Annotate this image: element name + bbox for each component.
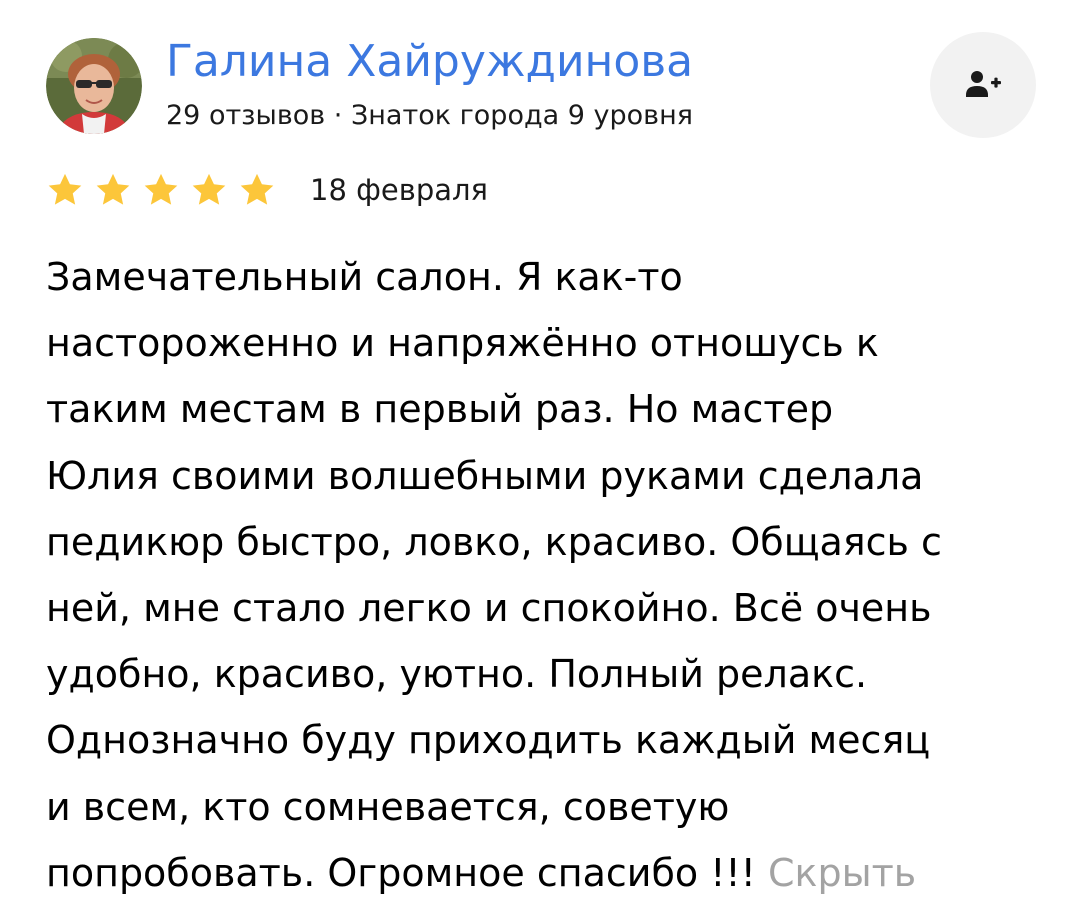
author-name[interactable]: Галина Хайруждинова <box>166 34 693 90</box>
star-icon <box>96 173 130 205</box>
star-rating <box>46 171 276 209</box>
author-meta: 29 отзывов · Знаток города 9 уровня <box>166 100 693 131</box>
review-text-line: настороженно и напряжённо отношусь к <box>46 321 879 366</box>
star-icon <box>144 173 178 205</box>
review-card: Галина Хайруждинова 29 отзывов · Знаток … <box>0 0 1080 906</box>
hide-link[interactable]: Скрыть <box>768 851 916 895</box>
review-text-line: Юлия своими волшебными руками сделала <box>46 453 924 498</box>
review-text-line: таким местам в первый раз. Но мастер <box>46 387 834 432</box>
review-text-last-line: попробовать. Огромное спасибо !!! Скрыть <box>46 840 1036 906</box>
review-text-line: Замечательный салон. Я как-то <box>46 255 683 299</box>
review-text-line: удобно, красиво, уютно. Полный релакс. <box>46 652 868 697</box>
review-text-line: педикюр быстро, ловко, красиво. Общаясь … <box>46 519 942 564</box>
user-photo-avatar-icon <box>46 38 142 134</box>
star-icon <box>192 173 226 205</box>
review-text-line: ней, мне стало легко и спокойно. Всё оче… <box>46 586 932 631</box>
star-icon <box>240 173 274 205</box>
review-date: 18 февраля <box>310 173 489 207</box>
review-text-line: Однозначно буду приходить каждый месяц <box>46 718 931 763</box>
star-icon <box>48 173 82 205</box>
review-text-line: попробовать. Огромное спасибо !!! <box>46 850 756 895</box>
review-text: Замечательный салон. Я как-то насторожен… <box>46 244 1036 906</box>
subscribe-button[interactable] <box>930 32 1036 138</box>
author-avatar[interactable] <box>46 38 142 134</box>
rating-row: 18 февраля <box>46 168 488 212</box>
review-text-line: и всем, кто сомневается, советую <box>46 784 730 829</box>
add-user-icon <box>966 71 1001 97</box>
